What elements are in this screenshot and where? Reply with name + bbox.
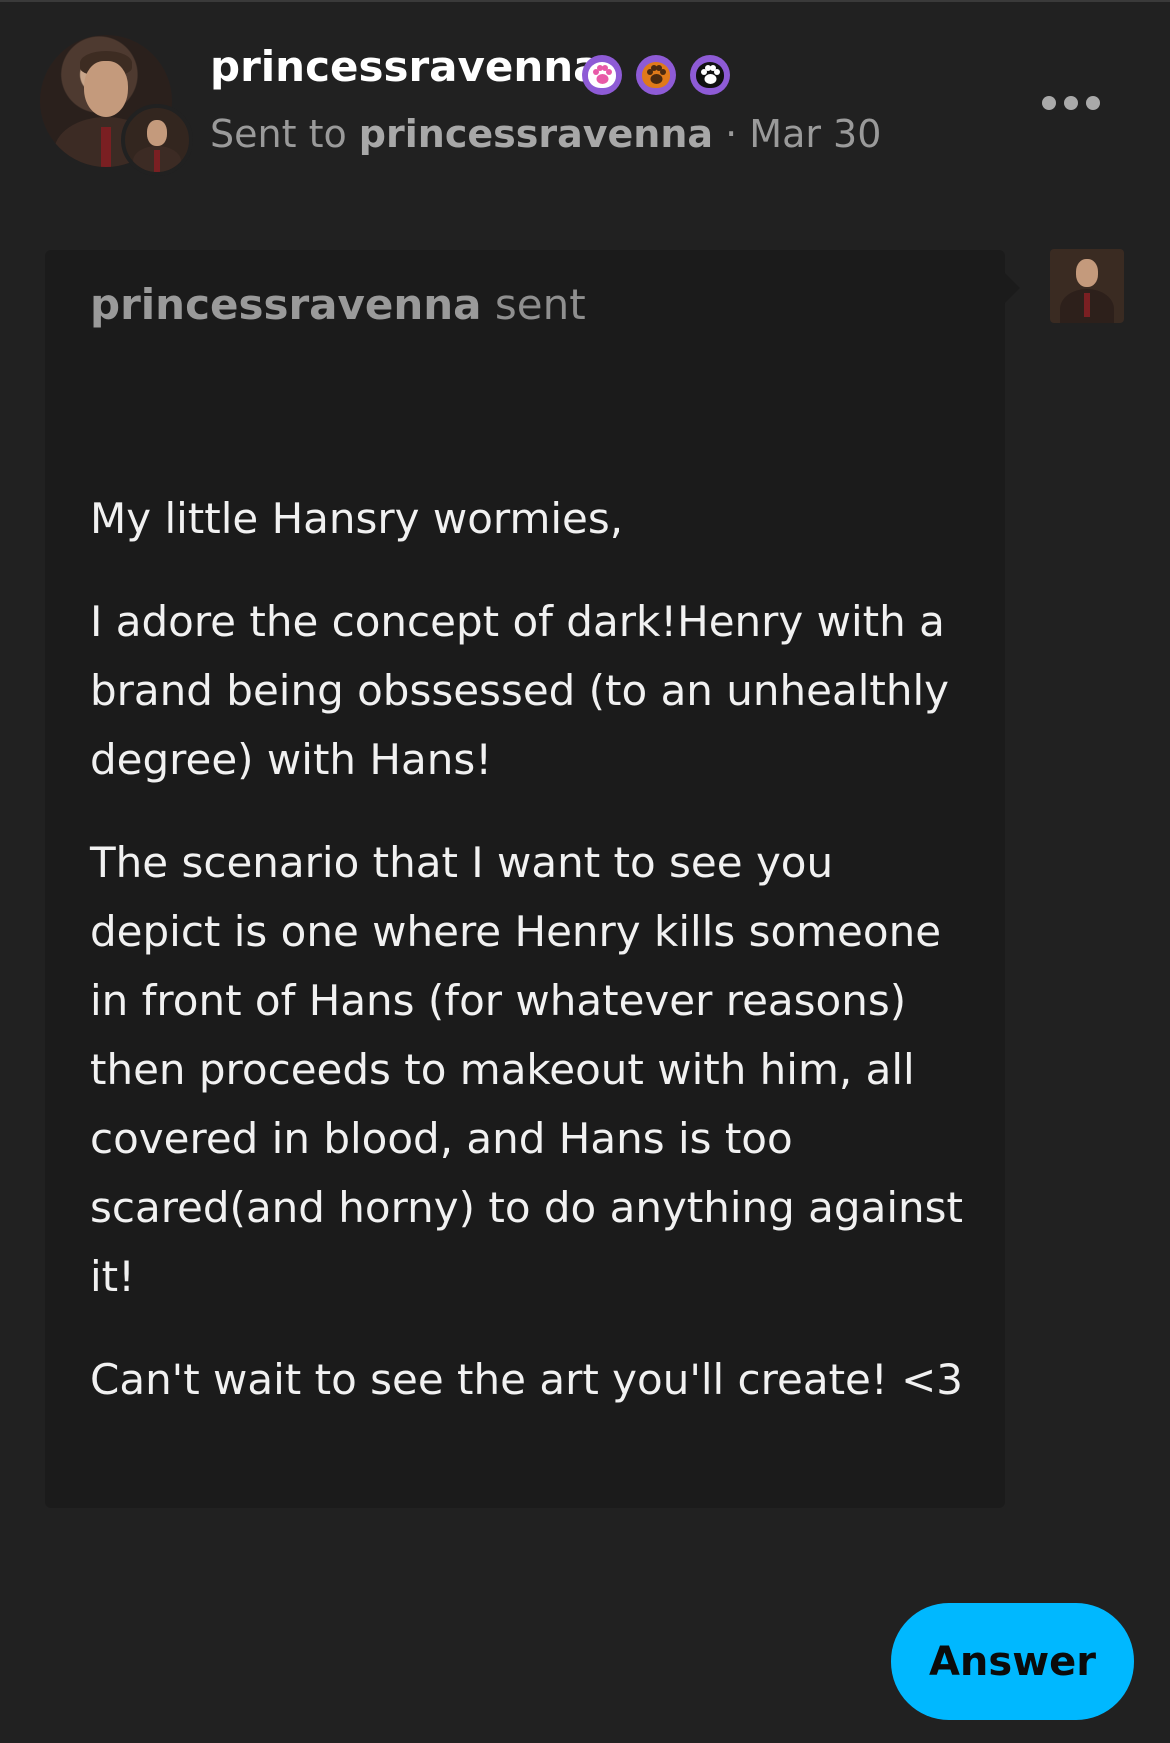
recipient-name[interactable]: princessravenna [359, 112, 713, 156]
date-separator: · [713, 112, 750, 156]
message-paragraph: The scenario that I want to see you depi… [90, 838, 963, 1301]
message-paragraph: My little Hansry wormies, [90, 494, 624, 543]
message-paragraph: I adore the concept of dark!Henry with a… [90, 597, 949, 784]
paw-black-icon[interactable] [690, 55, 730, 95]
top-divider [0, 0, 1170, 2]
ask-message: My little Hansry wormies, I adore the co… [90, 484, 970, 1414]
ask-header: princessravenna sent [90, 280, 586, 329]
answer-button[interactable]: Answer [891, 1603, 1134, 1720]
message-paragraph: Can't wait to see the art you'll create!… [90, 1355, 963, 1404]
asker-name[interactable]: princessravenna [90, 280, 482, 329]
ask-post-view: princessravenna Sent to princessravenna … [0, 0, 1170, 1743]
ask-verb: sent [481, 280, 586, 329]
sent-to-label: Sent to [210, 112, 359, 156]
paw-pink-icon[interactable] [582, 55, 622, 95]
more-dot [1064, 96, 1078, 110]
post-meta: Sent to princessravenna · Mar 30 [210, 112, 881, 156]
ask-bubble-tail [1004, 272, 1020, 304]
badge-list [582, 55, 730, 95]
more-horizontal-icon [1042, 96, 1056, 110]
more-options-button[interactable] [1042, 92, 1104, 114]
asker-avatar[interactable] [1050, 249, 1124, 323]
paw-orange-icon[interactable] [636, 55, 676, 95]
more-dot [1086, 96, 1100, 110]
recipient-avatar[interactable] [121, 104, 193, 176]
blog-username[interactable]: princessravenna [210, 42, 602, 91]
post-date: Mar 30 [749, 112, 882, 156]
